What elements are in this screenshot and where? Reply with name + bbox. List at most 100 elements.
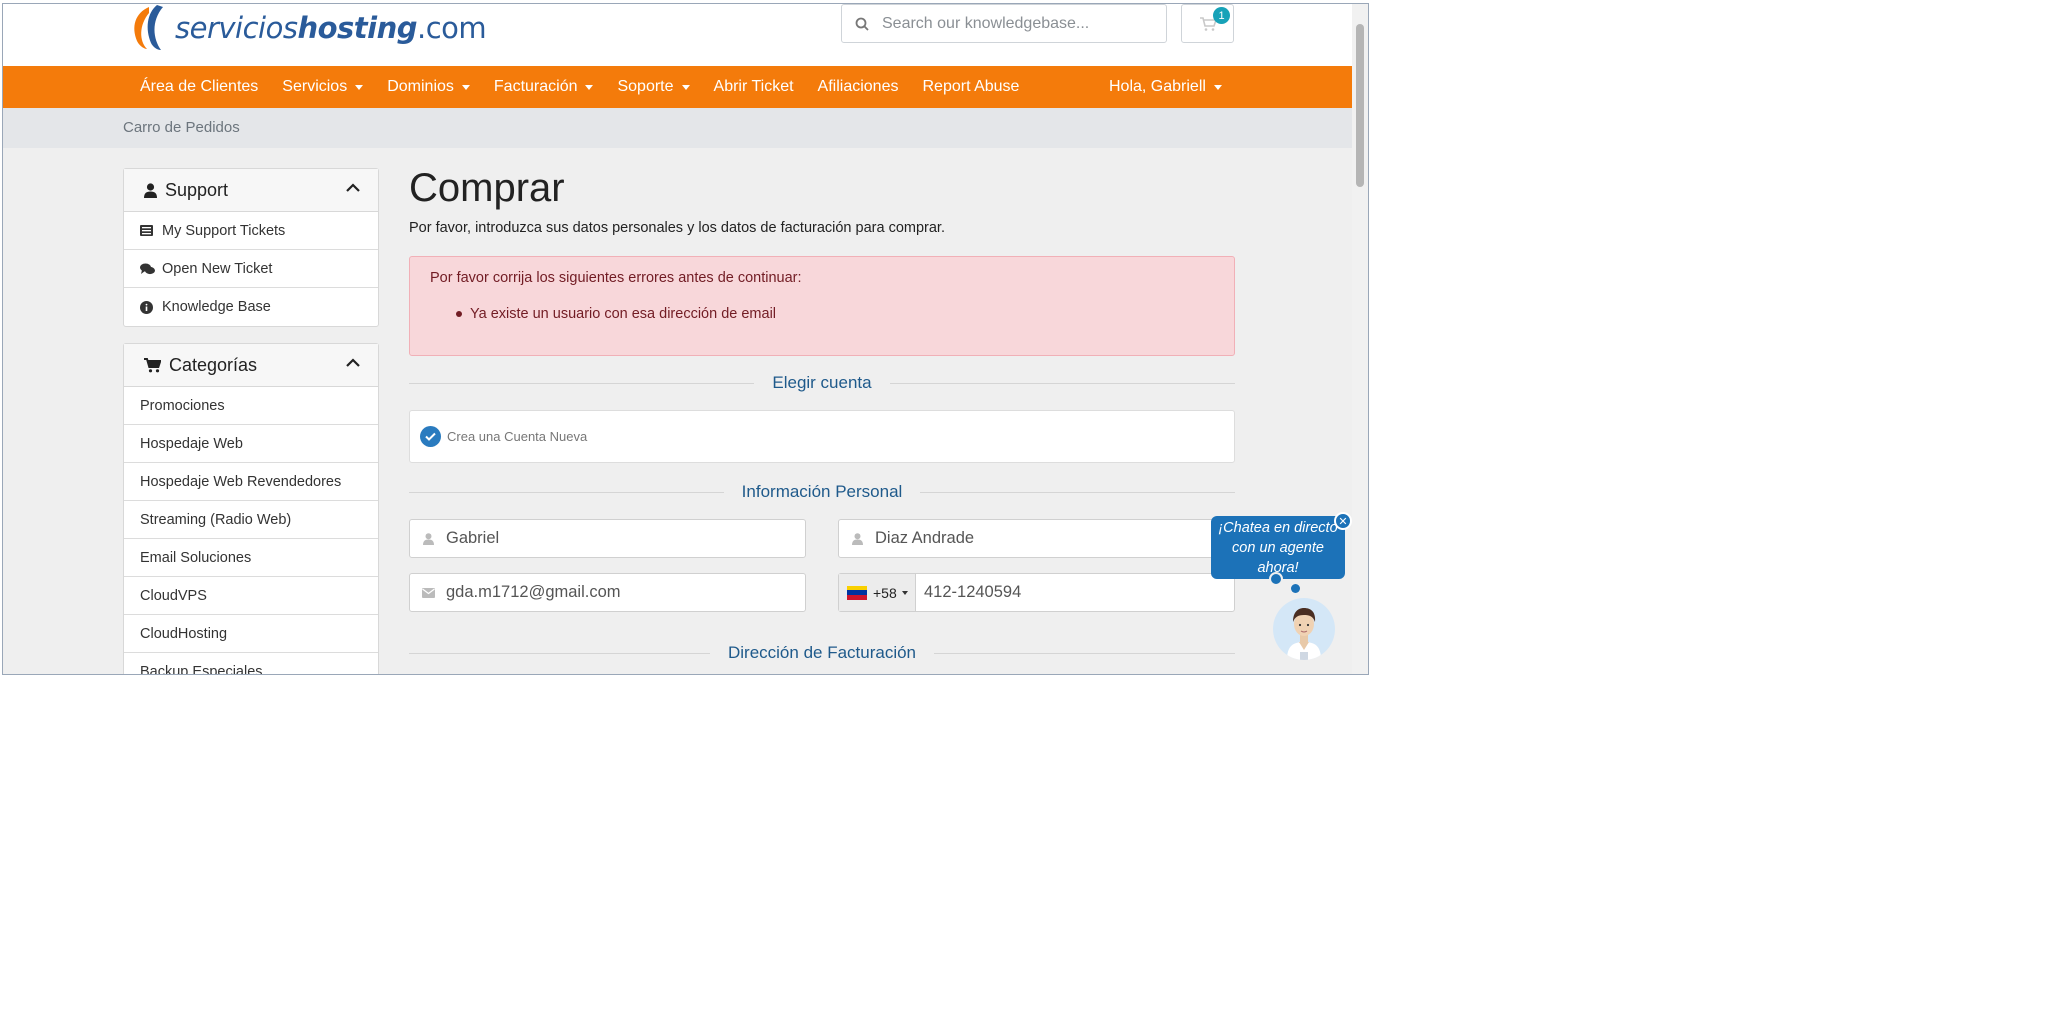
cart-button[interactable]: 1 [1181,4,1234,43]
nav-area-clientes[interactable]: Área de Clientes [128,78,270,96]
sidebar-item-label: CloudHosting [140,625,228,642]
alert-heading: Por favor corrija los siguientes errores… [430,270,802,286]
sidebar-support-panel: Support My Support Tickets Open New Tick… [123,168,379,327]
chevron-up-icon[interactable] [346,183,360,192]
logo-text-servicios: servicios [175,11,298,45]
sidebar-item-open-new-ticket[interactable]: Open New Ticket [124,250,378,288]
sidebar-item-knowledge-base[interactable]: Knowledge Base [124,288,378,326]
envelope-icon [410,587,446,598]
email-value: gda.m1712@gmail.com [446,583,621,601]
nav-label: Afiliaciones [817,78,899,95]
ticket-list-icon [140,225,162,236]
section-billing-address: Dirección de Facturación [409,640,1235,666]
nav-report-abuse[interactable]: Report Abuse [910,78,1031,96]
user-account-menu[interactable]: Hola, Gabriell [1097,78,1234,96]
vertical-scrollbar[interactable] [1352,4,1368,674]
info-circle-icon [140,300,162,314]
venezuela-flag-icon [847,585,867,600]
bullet-icon [456,311,462,317]
sidebar-item-label: Email Soluciones [140,549,252,566]
search-input[interactable] [882,14,1152,33]
section-title-label: Información Personal [723,482,921,502]
chat-invite-text: ¡Chatea en directo con un agente ahora! [1218,520,1338,576]
nav-label: Abrir Ticket [713,78,794,95]
sidebar-item-backup-especiales[interactable]: Backup Especiales [124,653,378,675]
breadcrumb[interactable]: Carro de Pedidos [123,119,240,136]
page-subtitle: Por favor, introduzca sus datos personal… [409,220,945,236]
user-icon [410,532,446,545]
error-list: Ya existe un usuario con esa dirección d… [456,306,1214,322]
knowledgebase-search[interactable] [841,4,1167,43]
name-row: Gabriel Diaz Andrade [409,519,1235,558]
nav-soporte[interactable]: Soporte [605,78,701,96]
error-alert: Por favor corrija los siguientes errores… [409,256,1235,356]
chat-bubble-tail [1291,584,1300,593]
caret-down-icon [681,84,690,90]
site-header: servicioshosting.com 1 [3,4,1352,67]
email-field[interactable]: gda.m1712@gmail.com [409,573,806,612]
last-name-value: Diaz Andrade [875,529,975,547]
user-icon [839,532,875,545]
cart-count-badge: 1 [1213,7,1230,24]
support-panel-title: Support [165,179,229,200]
site-logo[interactable]: servicios hosting .com [127,4,487,52]
nav-label: Soporte [617,78,674,95]
sidebar-item-label: Open New Ticket [162,260,273,277]
chat-bubble-tail [1269,572,1283,586]
user-icon [144,182,157,198]
nav-label: Servicios [282,78,348,95]
phone-field[interactable]: +58 412-1240594 [838,573,1235,612]
nav-abrir-ticket[interactable]: Abrir Ticket [702,78,806,96]
sidebar-item-label: Streaming (Radio Web) [140,511,292,528]
sidebar-item-cloudvps[interactable]: CloudVPS [124,577,378,615]
sidebar-item-streaming[interactable]: Streaming (Radio Web) [124,501,378,539]
radio-checked-icon[interactable] [420,426,441,447]
logo-text-com: .com [417,11,487,45]
error-item: Ya existe un usuario con esa dirección d… [456,306,1214,322]
comments-icon [140,263,162,275]
chat-close-button[interactable]: ✕ [1334,512,1352,530]
phone-value: 412-1240594 [924,583,1022,601]
country-code-select[interactable]: +58 [839,574,916,611]
sidebar-item-cloudhosting[interactable]: CloudHosting [124,615,378,653]
checkout-main: Comprar Por favor, introduzca sus datos … [409,164,1235,674]
error-text: Ya existe un usuario con esa dirección d… [470,306,777,322]
new-account-label[interactable]: Crea una Cuenta Nueva [447,429,587,444]
section-choose-account: Elegir cuenta [409,370,1235,396]
sidebar-item-promociones[interactable]: Promociones [124,387,378,425]
main-navbar: Área de Clientes Servicios Dominios Fact… [3,66,1352,108]
user-greeting: Hola, Gabriell [1109,78,1206,95]
nav-dominios[interactable]: Dominios [375,78,482,96]
sidebar-item-label: CloudVPS [140,587,207,604]
caret-down-icon [1213,84,1222,90]
contact-row: gda.m1712@gmail.com +58 412-1240594 [409,573,1235,612]
sidebar-item-hospedaje-revendedores[interactable]: Hospedaje Web Revendedores [124,463,378,501]
first-name-field[interactable]: Gabriel [409,519,806,558]
section-title-label: Elegir cuenta [754,373,890,393]
nav-afiliaciones[interactable]: Afiliaciones [806,78,911,96]
caret-down-icon [585,84,594,90]
nav-servicios[interactable]: Servicios [270,78,375,96]
country-code-value: +58 [873,584,897,601]
categories-panel-header[interactable]: Categorías [124,344,378,387]
shopping-cart-icon [144,357,161,372]
nav-label: Report Abuse [922,78,1020,95]
chevron-up-icon[interactable] [346,358,360,367]
sidebar-item-label: My Support Tickets [162,222,286,239]
sidebar-item-my-support-tickets[interactable]: My Support Tickets [124,212,378,250]
agent-avatar-icon [1287,608,1321,660]
nav-label: Área de Clientes [140,78,259,95]
sidebar-item-label: Backup Especiales [140,664,263,675]
logo-swoosh-icon [134,5,163,50]
scrollbar-thumb[interactable] [1356,24,1364,187]
support-panel-header[interactable]: Support [124,169,378,212]
caret-down-icon [355,84,364,90]
sidebar-item-label: Hospedaje Web Revendedores [140,473,342,490]
nav-facturacion[interactable]: Facturación [482,78,606,96]
last-name-field[interactable]: Diaz Andrade [838,519,1235,558]
sidebar-item-hospedaje-web[interactable]: Hospedaje Web [124,425,378,463]
chat-invite-bubble[interactable]: ¡Chatea en directo con un agente ahora! [1211,516,1345,579]
chat-agent-avatar[interactable] [1273,598,1335,660]
search-icon [842,17,882,31]
sidebar-item-email-soluciones[interactable]: Email Soluciones [124,539,378,577]
